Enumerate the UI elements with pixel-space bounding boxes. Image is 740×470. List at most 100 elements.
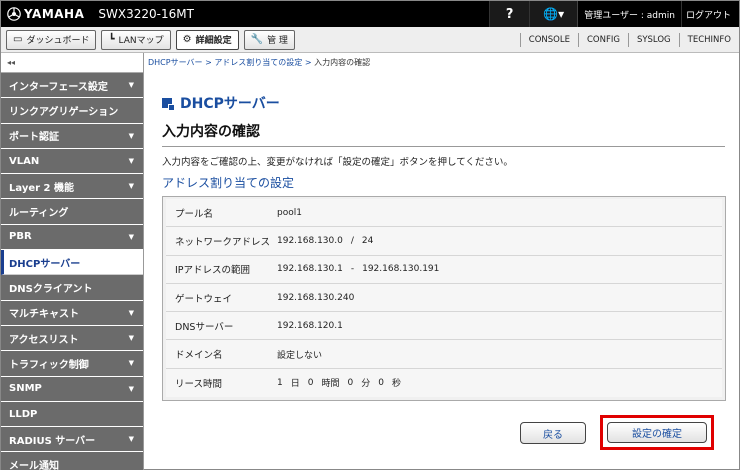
wrench-icon: 🔧 [250, 34, 264, 45]
sidebar-collapse-button[interactable]: ◂◂ [1, 53, 143, 73]
pool-name-label: プール名 [175, 208, 214, 220]
lan-map-button[interactable]: ┗ LANマップ [101, 29, 171, 50]
console-link[interactable]: CONSOLE [519, 32, 578, 47]
lease-time-value: 1 日 0 時間 0 分 0 秒 [277, 376, 401, 390]
lease-hours-unit: 時間 [321, 379, 340, 390]
chevron-down-icon: ▼ [128, 131, 134, 140]
title-divider [162, 146, 725, 147]
management-button[interactable]: 🔧 管 理 [243, 29, 295, 50]
sidebar-item-label: DHCPサーバー [9, 258, 81, 270]
help-button[interactable]: ? [489, 1, 530, 27]
table-row: プール名 pool1 [166, 199, 722, 228]
sidebar-item[interactable]: トラフィック制御 ▼ [1, 351, 143, 377]
lease-days-unit: 日 [290, 379, 300, 390]
dashboard-button[interactable]: ▭ ダッシュボード [6, 29, 97, 50]
network-address-separator: / [350, 235, 354, 246]
chevron-down-icon: ▼ [128, 81, 134, 90]
network-address-label: ネットワークアドレス [175, 236, 271, 248]
sidebar-menu: インターフェース設定 ▼ リンクアグリゲーション ポート認証 ▼ VLAN ▼ Layer 2… [1, 73, 143, 470]
sidebar-item-label: RADIUS サーバー [9, 435, 96, 447]
sidebar-item-label: ポート認証 [9, 132, 59, 144]
sidebar-item[interactable]: VLAN ▼ [1, 148, 143, 175]
sidebar-item[interactable]: LLDP [1, 401, 143, 428]
lease-hours: 0 [307, 377, 314, 388]
device-model: SWX3220-16MT [98, 7, 194, 21]
pool-name-value: pool1 [277, 207, 302, 218]
ip-range-value: 192.168.130.1 - 192.168.130.191 [277, 264, 439, 274]
sidebar-item[interactable]: RADIUS サーバー ▼ [1, 427, 143, 453]
ip-range-label: IPアドレスの範囲 [175, 265, 251, 277]
sidebar-item-label: インターフェース設定 [9, 81, 108, 93]
sidebar-item[interactable]: SNMP ▼ [1, 376, 143, 402]
logout-link[interactable]: ログアウト [680, 1, 739, 27]
sidebar-item-label: SNMP [9, 383, 42, 395]
ip-range-separator: - [350, 264, 355, 275]
domain-name-label: ドメイン名 [175, 350, 223, 362]
section-title: アドレス割り当ての設定 [162, 176, 295, 190]
sidebar-item-label: PBR [9, 231, 32, 243]
page-title: DHCPサーバー [162, 93, 280, 113]
network-address-value: 192.168.130.0 / 24 [277, 236, 373, 246]
syslog-link[interactable]: SYSLOG [627, 32, 679, 47]
chevron-down-icon: ▼ [128, 384, 134, 393]
domain-name-value: 設定しない [277, 350, 323, 361]
sidebar-item[interactable]: DHCPサーバー [1, 250, 143, 276]
sidebar-item-label: リンクアグリゲーション [9, 106, 119, 118]
table-row: DNSサーバー 192.168.120.1 [166, 312, 722, 341]
techinfo-link[interactable]: TECHINFO [678, 32, 739, 47]
sidebar-item[interactable]: アクセスリスト ▼ [1, 325, 143, 352]
advanced-settings-button[interactable]: ⚙ 詳細設定 [175, 29, 239, 50]
table-row: リース時間 1 日 0 時間 0 分 0 秒 [166, 368, 722, 398]
lan-map-icon: ┗ [108, 34, 115, 45]
sidebar-item[interactable]: PBR ▼ [1, 224, 143, 251]
sidebar-item[interactable]: メール通知 [1, 452, 143, 470]
chevron-down-icon: ▼ [128, 334, 134, 343]
breadcrumb-separator: > [205, 58, 212, 67]
lease-minutes: 0 [347, 377, 354, 388]
title-square-icon [162, 98, 175, 111]
breadcrumb-link-dhcp[interactable]: DHCPサーバー [148, 58, 203, 67]
toolbar: ▭ ダッシュボード ┗ LANマップ ⚙ 詳細設定 🔧 管 理 CONSOLE … [1, 27, 739, 53]
language-button[interactable]: 🌐▾ [529, 1, 578, 27]
sidebar-item-label: メール通知 [9, 461, 59, 470]
chevron-down-icon: ▼ [128, 359, 134, 368]
ip-range-start: 192.168.130.1 [277, 264, 343, 275]
chevron-down-icon: ▼ [128, 157, 134, 166]
user-label: 管理ユーザー : admin [577, 1, 681, 27]
sidebar-item[interactable]: ポート認証 ▼ [1, 123, 143, 149]
network-address: 192.168.130.0 [277, 235, 343, 246]
sidebar-item[interactable]: リンクアグリゲーション [1, 98, 143, 124]
chevron-down-icon: ▼ [128, 435, 134, 444]
gear-icon: ⚙ [182, 34, 192, 45]
sub-title: 入力内容の確認 [162, 124, 260, 140]
lease-time-label: リース時間 [175, 378, 223, 390]
lan-map-label: LANマップ [118, 36, 164, 46]
config-link[interactable]: CONFIG [577, 32, 628, 47]
sidebar-item[interactable]: Layer 2 機能 ▼ [1, 174, 143, 200]
yamaha-logo: YAMAHA [1, 7, 84, 21]
chevron-down-icon: ▼ [128, 182, 134, 191]
sidebar-item-label: マルチキャスト [9, 309, 79, 321]
confirm-button-highlight: 設定の確定 [600, 415, 714, 450]
back-button[interactable]: 戻る [520, 422, 586, 444]
management-label: 管 理 [267, 36, 288, 46]
gateway-value: 192.168.130.240 [277, 292, 355, 303]
sidebar-item[interactable]: ルーティング [1, 199, 143, 225]
sidebar-item-label: VLAN [9, 155, 40, 167]
dashboard-icon: ▭ [13, 34, 23, 45]
table-row: ネットワークアドレス 192.168.130.0 / 24 [166, 227, 722, 256]
table-row: ゲートウェイ 192.168.130.240 [166, 283, 722, 313]
sidebar-item-label: トラフィック制御 [9, 359, 89, 371]
sidebar-item[interactable]: インターフェース設定 ▼ [1, 73, 143, 99]
gateway-label: ゲートウェイ [175, 293, 233, 305]
sidebar-item-label: DNSクライアント [9, 284, 93, 296]
page-title-text: DHCPサーバー [180, 96, 280, 112]
sidebar-item-label: Layer 2 機能 [9, 182, 74, 194]
confirm-settings-button[interactable]: 設定の確定 [607, 422, 707, 443]
sidebar-item[interactable]: マルチキャスト ▼ [1, 300, 143, 326]
dns-server-value: 192.168.120.1 [277, 320, 343, 331]
breadcrumb-link-address[interactable]: アドレス割り当ての設定 [214, 58, 302, 67]
brand-name: YAMAHA [24, 7, 85, 21]
sidebar-item[interactable]: DNSクライアント [1, 275, 143, 301]
tuning-fork-icon [7, 7, 21, 21]
